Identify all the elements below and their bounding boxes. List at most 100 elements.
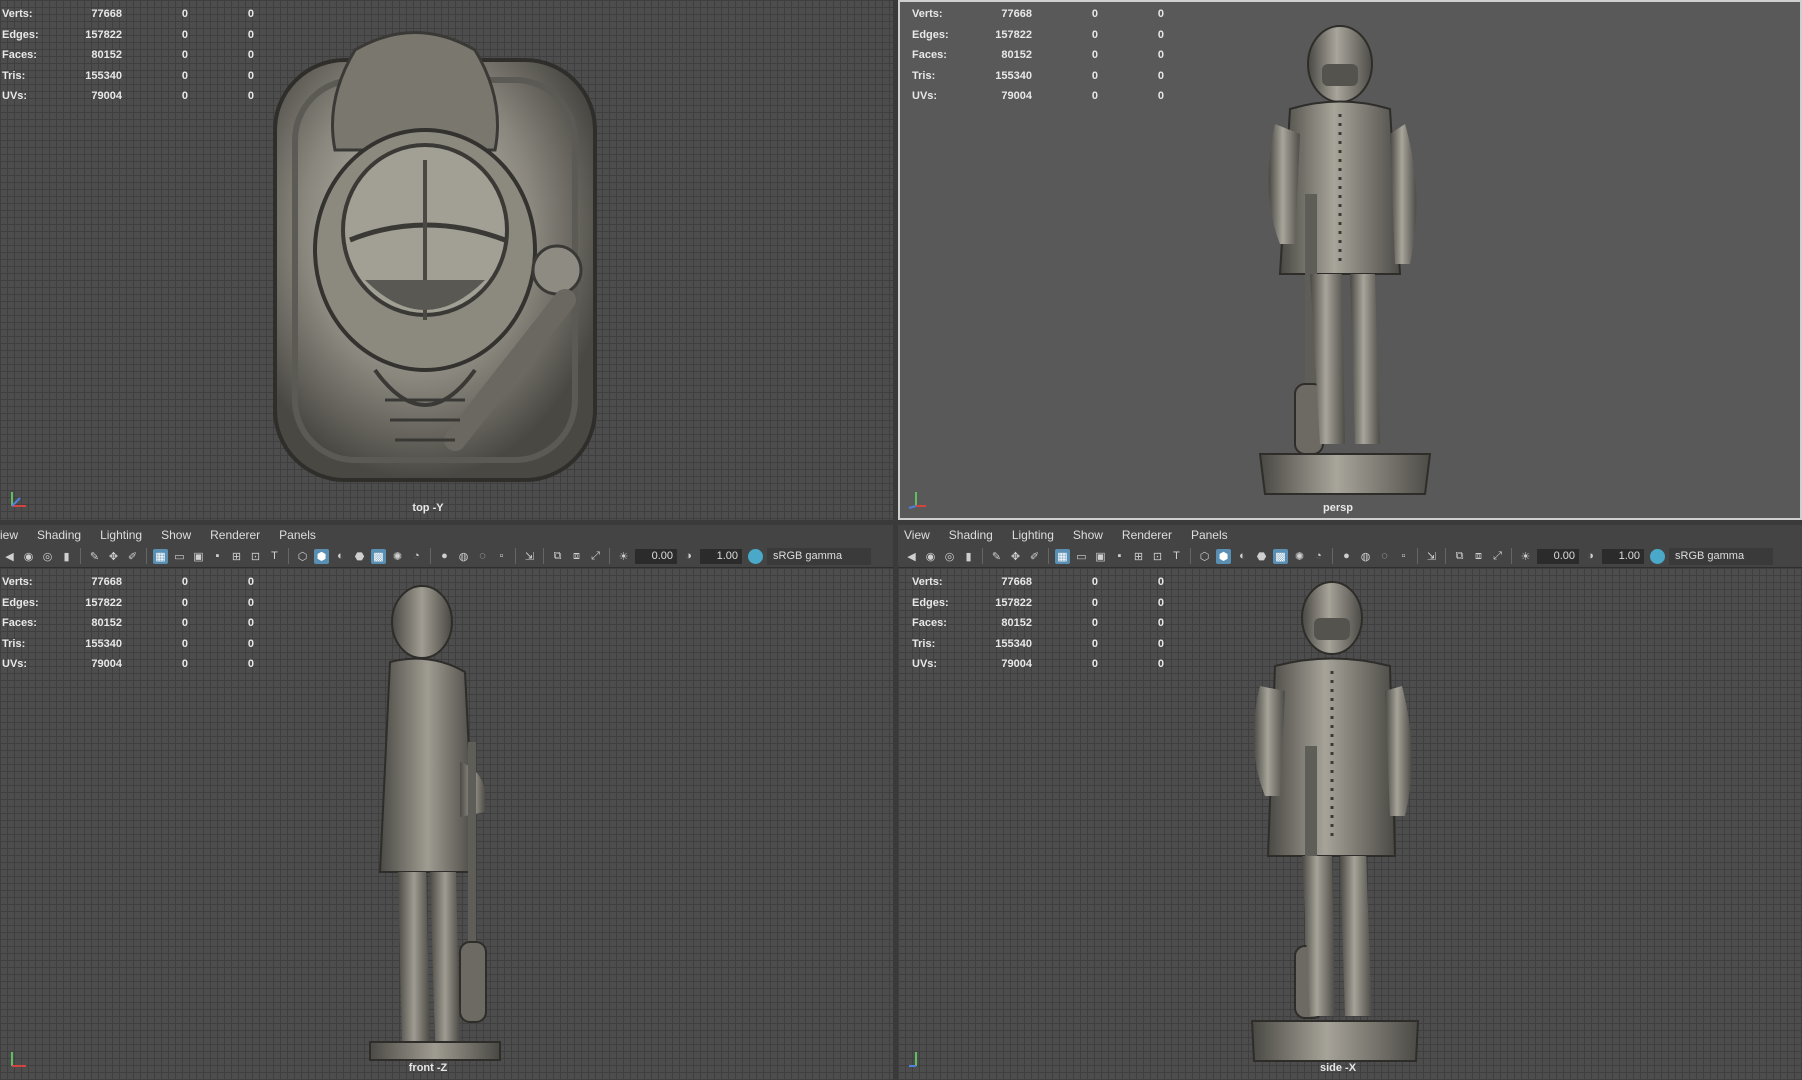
menu-renderer[interactable]: Renderer [210,528,260,542]
image-plane-icon[interactable]: ✎ [989,549,1004,564]
hud-icon[interactable]: ⧉ [550,549,565,564]
camera-icon[interactable]: ◀ [904,549,919,564]
xray-active-icon[interactable]: ◌ [1377,549,1392,564]
grid-icon[interactable]: ▦ [153,548,168,564]
select-camera-icon[interactable]: ⧈ [569,549,584,564]
panel-menubar: View Shading Lighting Show Renderer Pane… [898,525,1802,545]
image-plane-icon[interactable]: ✎ [87,549,102,564]
2d-pan-icon[interactable]: ✥ [1008,549,1023,564]
textured-icon[interactable]: ▩ [1273,548,1288,564]
panel-menubar: iew Shading Lighting Show Renderer Panel… [0,525,893,545]
panel-divider-horizontal[interactable] [0,520,1802,524]
hud-stats: Verts: 77668 0 0 Edges: 157822 0 0 Faces: 80152… [2,576,254,670]
separator [1332,548,1333,564]
camera-label: persp [1323,502,1353,514]
gamma-icon[interactable]: ◑ [681,549,696,564]
camera-bookmark-icon[interactable]: ◎ [40,549,55,564]
select-camera-icon[interactable]: ⧈ [1471,549,1486,564]
menu-shading[interactable]: Shading [949,528,993,542]
exposure-field[interactable]: 0.00 [635,548,677,564]
hud-icon[interactable]: ⧉ [1452,549,1467,564]
xray-active-icon[interactable]: ◌ [475,549,490,564]
xray-icon[interactable]: ● [437,549,452,564]
axis-gizmo-icon [11,1052,26,1067]
2d-pan-icon[interactable]: ✥ [106,549,121,564]
safe-action-icon[interactable]: ⊡ [1150,549,1165,564]
viewport-persp[interactable]: Verts: 77668 0 0 Edges: 157822 0 0 Faces: 80152… [898,0,1802,520]
separator [1445,548,1446,564]
frame-icon[interactable]: ⤢ [588,549,603,564]
xray-icon[interactable]: ● [1339,549,1354,564]
bookmark-icon[interactable]: ▮ [961,549,976,564]
color-management-icon[interactable] [1650,548,1665,564]
default-material-icon[interactable]: ◐ [333,549,348,564]
separator [543,548,544,564]
camera-label: top -Y [412,502,444,514]
isolate-icon[interactable]: ⇲ [522,549,537,564]
lighting-icon[interactable]: ✺ [1292,549,1307,564]
viewport-top[interactable]: Verts: 77668 0 0 Edges: 157822 0 0 Faces: 80152… [0,0,893,520]
aa-icon[interactable]: ▫ [494,549,509,564]
menu-view[interactable]: View [904,528,930,542]
viewport-side[interactable]: Verts: 77668 0 0 Edges: 157822 0 0 Faces: 80152… [898,568,1802,1080]
bookmark-icon[interactable]: ▮ [59,549,74,564]
menu-shading[interactable]: Shading [37,528,81,542]
menu-show[interactable]: Show [161,528,191,542]
film-gate-icon[interactable]: ▭ [1074,549,1089,564]
field-chart-icon[interactable]: ⊞ [1131,549,1146,564]
xray-joints-icon[interactable]: ◍ [456,549,471,564]
exposure-icon[interactable]: ☀ [1518,549,1533,564]
film-gate-icon[interactable]: ▭ [172,549,187,564]
textured-icon[interactable]: ▩ [371,548,386,564]
safe-action-icon[interactable]: ⊡ [248,549,263,564]
gamma-field[interactable]: 1.00 [700,548,742,564]
wireframe-icon[interactable]: ⬡ [295,549,310,564]
view-transform-select[interactable]: sRGB gamma [1669,547,1773,565]
color-management-icon[interactable] [748,548,763,564]
gate-mask-icon[interactable]: ▪ [1112,549,1127,564]
knight-model-side[interactable] [1240,576,1430,1066]
wireframe-on-shaded-icon[interactable]: ⬣ [1254,549,1269,564]
field-chart-icon[interactable]: ⊞ [229,549,244,564]
isolate-icon[interactable]: ⇲ [1424,549,1439,564]
menu-renderer[interactable]: Renderer [1122,528,1172,542]
knight-model-front[interactable] [360,582,510,1062]
menu-view[interactable]: iew [0,528,18,542]
camera-attributes-icon[interactable]: ◉ [923,549,938,564]
aa-icon[interactable]: ▫ [1396,549,1411,564]
menu-panels[interactable]: Panels [279,528,316,542]
default-material-icon[interactable]: ◐ [1235,549,1250,564]
smooth-shade-icon[interactable]: ⬢ [1216,548,1231,564]
camera-attributes-icon[interactable]: ◉ [21,549,36,564]
frame-icon[interactable]: ⤢ [1490,549,1505,564]
exposure-field[interactable]: 0.00 [1537,548,1579,564]
exposure-icon[interactable]: ☀ [616,549,631,564]
grease-pencil-icon[interactable]: ✐ [1027,549,1042,564]
gate-mask-icon[interactable]: ▪ [210,549,225,564]
view-transform-select[interactable]: sRGB gamma [767,547,871,565]
shadows-icon[interactable]: ◔ [409,549,424,564]
menu-lighting[interactable]: Lighting [1012,528,1054,542]
knight-model-top[interactable] [265,20,610,490]
menu-show[interactable]: Show [1073,528,1103,542]
menu-panels[interactable]: Panels [1191,528,1228,542]
grease-pencil-icon[interactable]: ✐ [125,549,140,564]
menu-lighting[interactable]: Lighting [100,528,142,542]
safe-title-icon[interactable]: T [267,549,282,564]
safe-title-icon[interactable]: T [1169,549,1184,564]
viewport-front[interactable]: Verts: 77668 0 0 Edges: 157822 0 0 Faces: 80152… [0,568,893,1080]
knight-model-persp[interactable] [1250,14,1440,504]
grid-icon[interactable]: ▦ [1055,548,1070,564]
xray-joints-icon[interactable]: ◍ [1358,549,1373,564]
wireframe-on-shaded-icon[interactable]: ⬣ [352,549,367,564]
wireframe-icon[interactable]: ⬡ [1197,549,1212,564]
shadows-icon[interactable]: ◔ [1311,549,1326,564]
gamma-icon[interactable]: ◑ [1583,549,1598,564]
resolution-gate-icon[interactable]: ▣ [191,549,206,564]
gamma-field[interactable]: 1.00 [1602,548,1644,564]
resolution-gate-icon[interactable]: ▣ [1093,549,1108,564]
lighting-icon[interactable]: ✺ [390,549,405,564]
camera-bookmark-icon[interactable]: ◎ [942,549,957,564]
smooth-shade-icon[interactable]: ⬢ [314,548,329,564]
camera-icon[interactable]: ◀ [2,549,17,564]
